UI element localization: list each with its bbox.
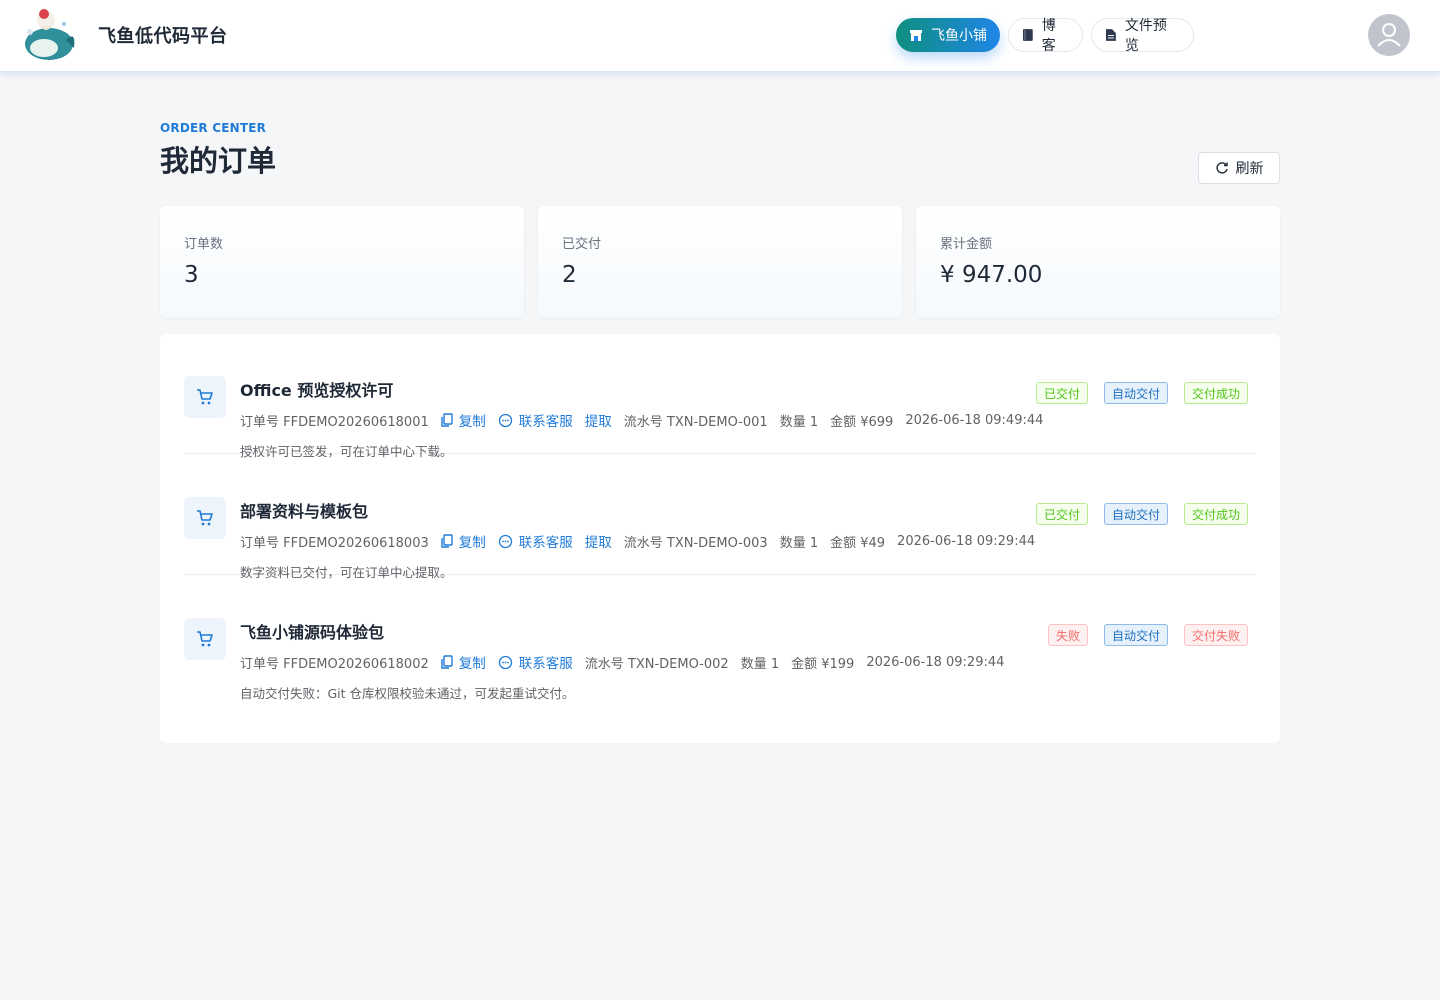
delivery-result-badge: 交付失败 <box>1183 624 1248 646</box>
order-icon <box>184 618 226 660</box>
order-description: 自动交付失败：Git 仓库权限校验未通过，可发起重试交付。 <box>240 686 575 701</box>
order-amount: 金额 ¥49 <box>830 535 886 551</box>
transaction-number: 流水号 TXN-DEMO-001 <box>623 414 768 430</box>
copy-label: 复制 <box>458 414 486 430</box>
copy-button[interactable]: 复制 <box>441 410 486 430</box>
delivery-result-badge: 交付成功 <box>1183 503 1248 525</box>
copy-icon <box>441 534 453 548</box>
nav-shop[interactable]: 飞鱼小铺 <box>896 18 1000 52</box>
stat-label: 已交付 <box>562 237 602 252</box>
status-badge: 已交付 <box>1035 503 1088 525</box>
order-name: Office 预览授权许可 <box>240 381 394 400</box>
order-tags: 已交付 自动交付 交付成功 <box>1020 503 1248 525</box>
transaction-number: 流水号 TXN-DEMO-002 <box>584 656 729 672</box>
stat-label: 累计金额 <box>940 237 993 252</box>
contact-support-button[interactable]: 联系客服 <box>498 531 573 551</box>
order-quantity: 数量 1 <box>779 414 819 430</box>
order-icon <box>184 497 226 539</box>
order-tags: 失败 自动交付 交付失败 <box>1032 624 1248 646</box>
order-meta: 订单号 FFDEMO20260618002 复制 联系客服 流水号 TXN-DE… <box>240 652 1016 673</box>
order-meta: 订单号 FFDEMO20260618001 复制 联系客服 提取 流水号 TXN… <box>240 410 1055 431</box>
copy-label: 复制 <box>458 656 486 672</box>
order-meta: 订单号 FFDEMO20260618003 复制 联系客服 提取 流水号 TXN… <box>240 531 1047 552</box>
refresh-button[interactable]: 刷新 <box>1198 152 1280 184</box>
extract-button[interactable]: 提取 <box>585 410 612 430</box>
copy-button[interactable]: 复制 <box>441 652 486 672</box>
top-header: 飞鱼低代码平台 飞鱼小铺 博客 文件预览 <box>0 0 1440 72</box>
nav-blog[interactable]: 博客 <box>1008 18 1083 54</box>
delivery-mode-badge: 自动交付 <box>1103 624 1168 646</box>
copy-button[interactable]: 复制 <box>441 531 486 551</box>
page-eyebrow: ORDER CENTER <box>160 121 267 135</box>
delivery-result-badge: 交付成功 <box>1183 382 1248 404</box>
nav-shop-label: 飞鱼小铺 <box>931 28 987 44</box>
cart-icon <box>197 631 213 647</box>
order-time: 2026-06-18 09:29:44 <box>897 533 1036 549</box>
user-avatar[interactable] <box>1368 14 1410 56</box>
brand-name: 飞鱼低代码平台 <box>98 26 228 47</box>
cart-icon <box>197 510 213 526</box>
contact-label: 联系客服 <box>518 414 573 430</box>
order-item: 部署资料与模板包 订单号 FFDEMO20260618003 复制 联系客服 提… <box>184 455 1256 580</box>
delivery-mode-badge: 自动交付 <box>1103 503 1168 525</box>
contact-support-button[interactable]: 联系客服 <box>498 410 573 430</box>
order-number: 订单号 FFDEMO20260618003 <box>240 535 429 551</box>
copy-icon <box>441 655 453 669</box>
stat-card-orders: 订单数 3 <box>160 206 524 318</box>
stat-label: 订单数 <box>184 237 224 252</box>
book-icon <box>1022 29 1033 41</box>
contact-label: 联系客服 <box>518 535 573 551</box>
order-quantity: 数量 1 <box>740 656 780 672</box>
order-amount: 金额 ¥699 <box>830 414 894 430</box>
nav-file-preview[interactable]: 文件预览 <box>1091 18 1194 54</box>
delivery-mode-badge: 自动交付 <box>1103 382 1168 404</box>
order-name: 部署资料与模板包 <box>240 502 369 521</box>
order-item: 飞鱼小铺源码体验包 订单号 FFDEMO20260618002 复制 联系客服 … <box>184 576 1256 701</box>
document-icon <box>1105 29 1116 41</box>
chat-icon <box>498 534 512 548</box>
transaction-number: 流水号 TXN-DEMO-003 <box>623 535 768 551</box>
stat-value: 2 <box>562 262 577 288</box>
order-quantity: 数量 1 <box>779 535 819 551</box>
order-tags: 已交付 自动交付 交付成功 <box>1020 382 1248 404</box>
order-number: 订单号 FFDEMO20260618001 <box>240 414 429 430</box>
order-time: 2026-06-18 09:49:44 <box>905 412 1044 428</box>
stat-value: 3 <box>184 262 199 288</box>
store-icon <box>910 30 922 41</box>
page-title: 我的订单 <box>160 144 277 178</box>
stat-value: ¥ 947.00 <box>940 262 1043 288</box>
order-name: 飞鱼小铺源码体验包 <box>240 623 385 642</box>
stat-card-delivered: 已交付 2 <box>538 206 902 318</box>
status-badge: 失败 <box>1047 624 1088 646</box>
stat-card-amount: 累计金额 ¥ 947.00 <box>916 206 1280 318</box>
contact-support-button[interactable]: 联系客服 <box>498 652 573 672</box>
status-badge: 已交付 <box>1035 382 1088 404</box>
copy-label: 复制 <box>458 535 486 551</box>
order-number: 订单号 FFDEMO20260618002 <box>240 656 429 672</box>
brand-logo[interactable] <box>20 4 78 66</box>
refresh-icon <box>1215 162 1228 174</box>
user-icon <box>1377 23 1401 47</box>
refresh-label: 刷新 <box>1235 161 1264 177</box>
cart-icon <box>197 389 213 405</box>
copy-icon <box>441 413 453 427</box>
chat-icon <box>498 655 512 669</box>
order-list: Office 预览授权许可 订单号 FFDEMO20260618001 复制 联… <box>160 334 1280 743</box>
chat-icon <box>498 413 512 427</box>
nav-blog-label: 博客 <box>1041 18 1056 54</box>
contact-label: 联系客服 <box>518 656 573 672</box>
order-item: Office 预览授权许可 订单号 FFDEMO20260618001 复制 联… <box>184 334 1256 459</box>
extract-button[interactable]: 提取 <box>585 531 612 551</box>
order-icon <box>184 376 226 418</box>
nav-file-label: 文件预览 <box>1124 18 1167 54</box>
order-time: 2026-06-18 09:29:44 <box>866 654 1005 670</box>
order-amount: 金额 ¥199 <box>791 656 855 672</box>
